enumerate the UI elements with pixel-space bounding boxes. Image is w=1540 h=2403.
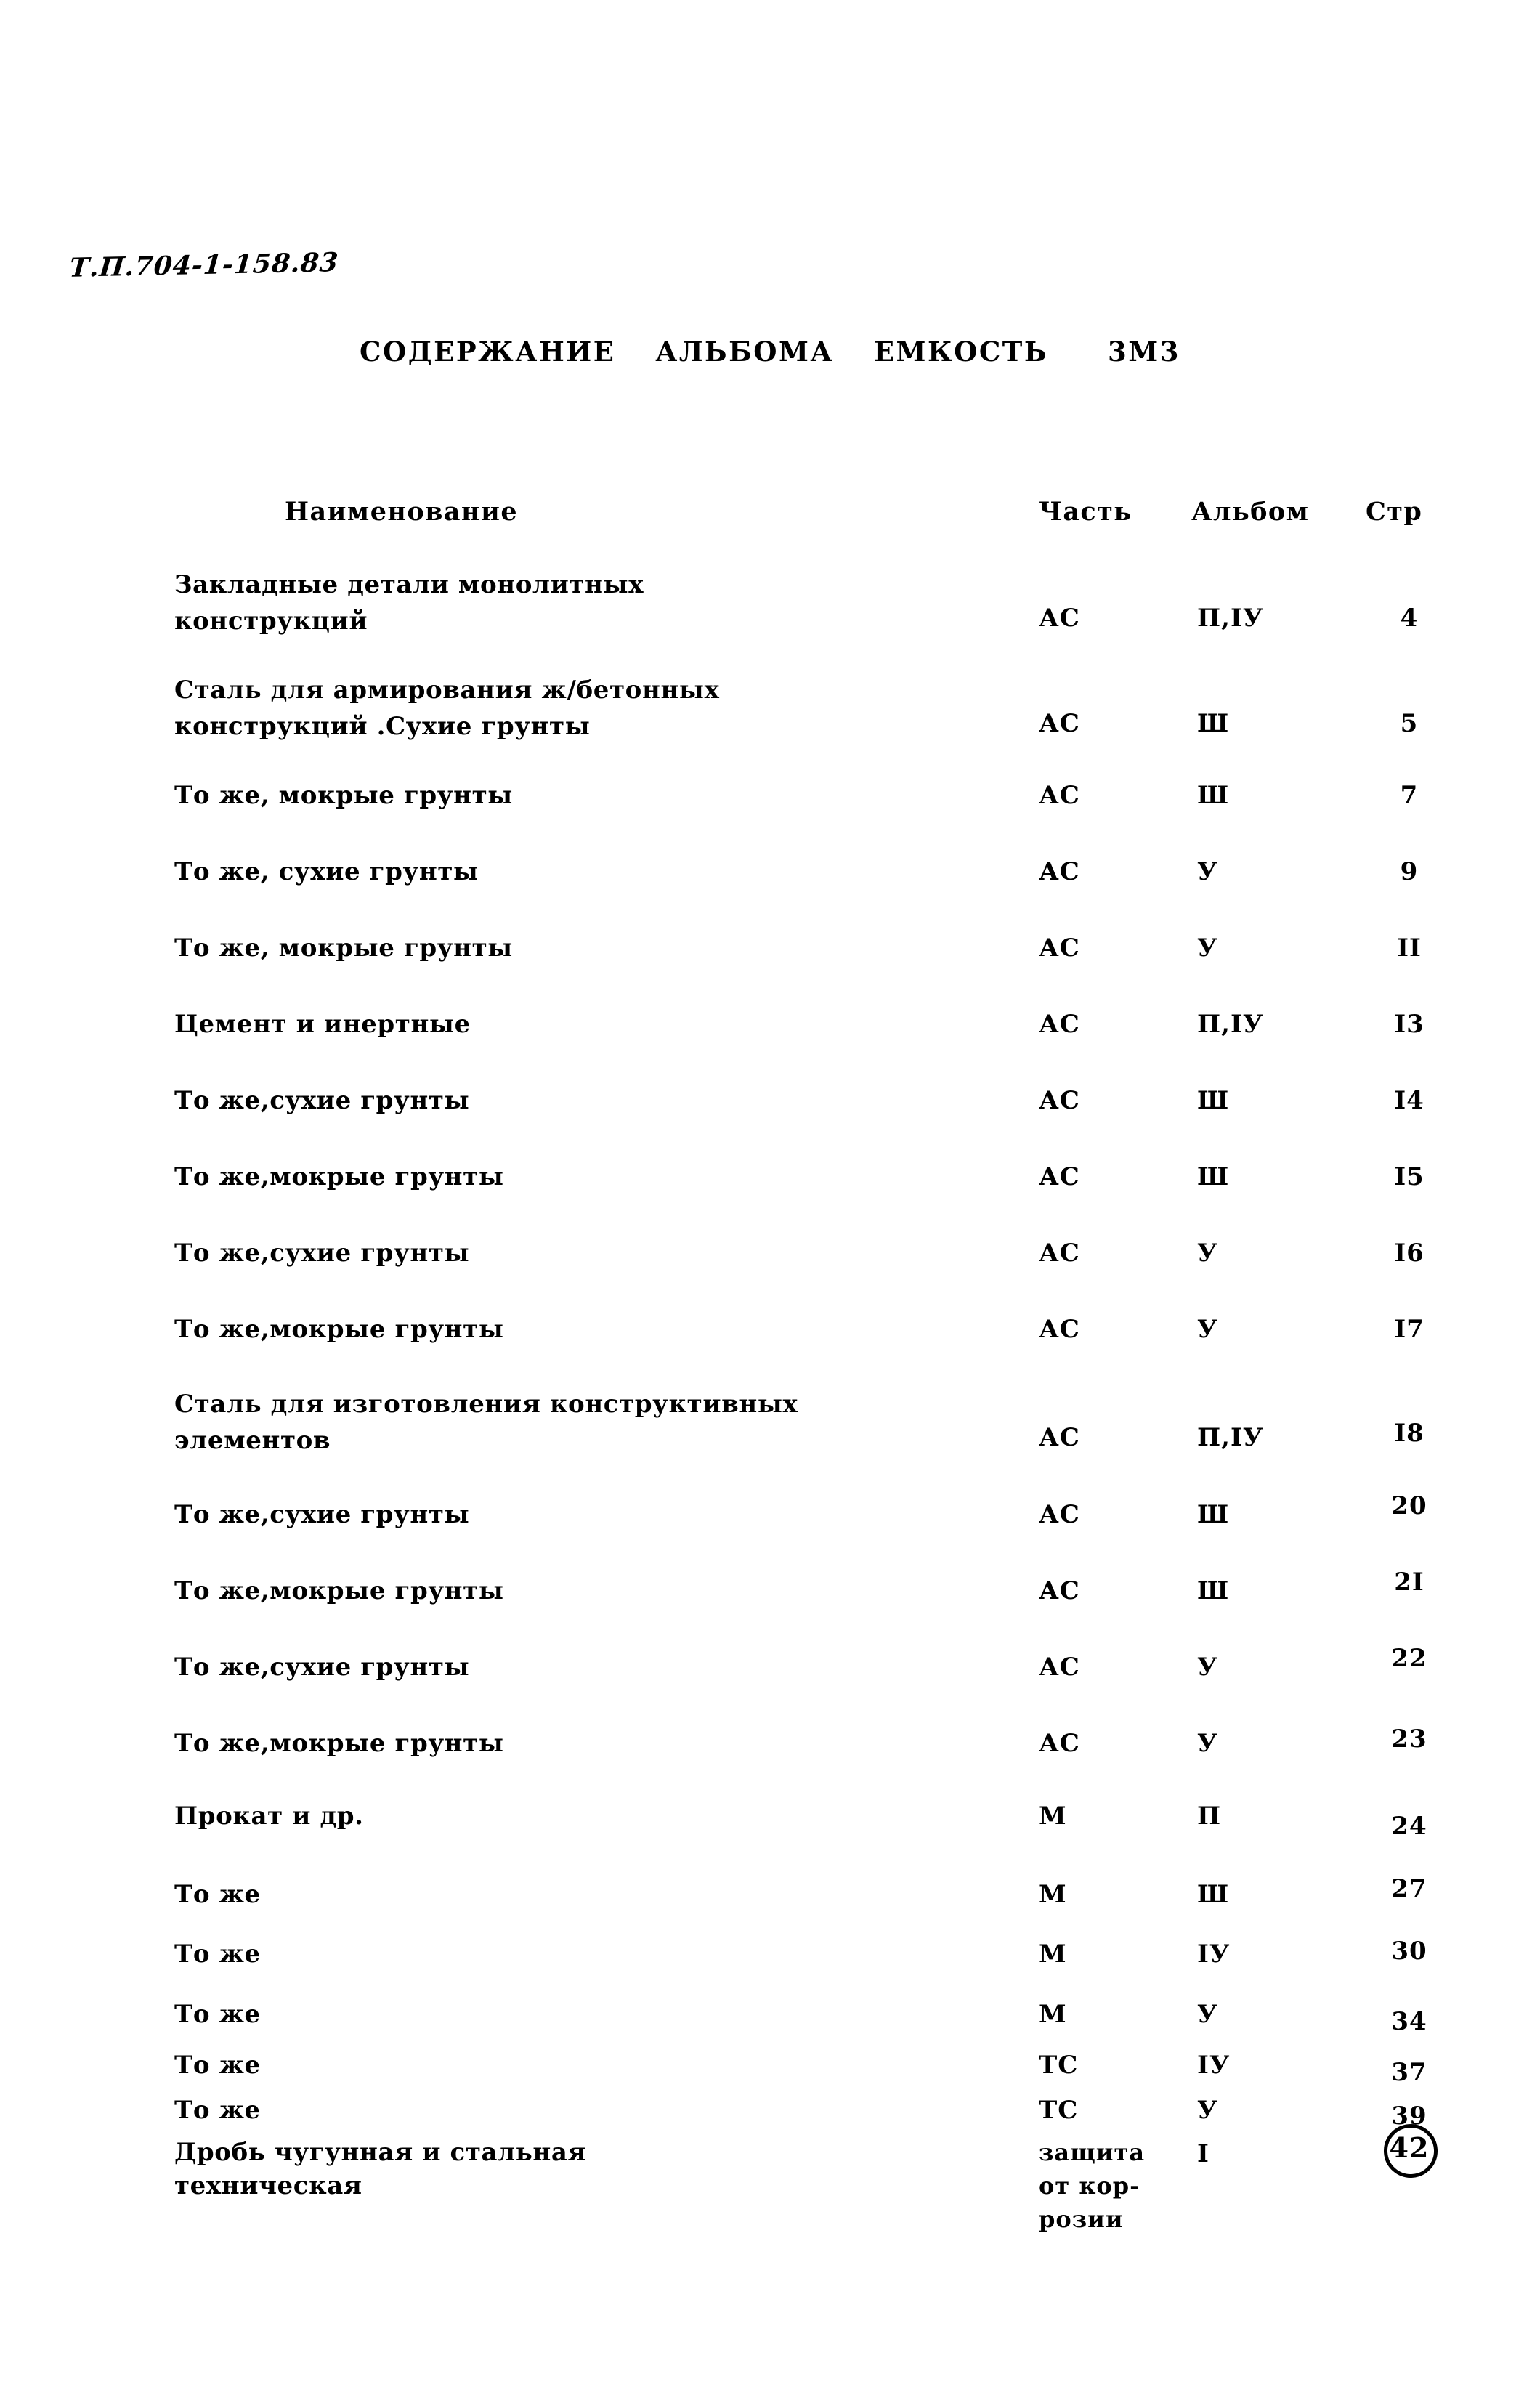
row-part: АС (1039, 1729, 1080, 1758)
row-album: Ш (1197, 781, 1230, 810)
row-album: У (1197, 1653, 1218, 1682)
row-part: АС (1039, 1239, 1080, 1268)
row-part: АС (1039, 1500, 1080, 1529)
row-name: То же,сухие грунты (174, 1239, 470, 1268)
row-album: ІУ (1197, 1940, 1231, 1969)
row-album: Ш (1197, 709, 1230, 738)
row-name: Цемент и инертные (174, 1010, 471, 1039)
row-name: То же,мокрые грунты (174, 1729, 504, 1758)
column-header-page: Стр (1366, 497, 1423, 527)
row-part: АС (1039, 1086, 1080, 1115)
circled-page-number: 42 (1385, 2126, 1433, 2173)
row-name: То же,мокрые грунты (174, 1576, 504, 1605)
row-page: 2I (1394, 1568, 1424, 1597)
row-page: 24 (1391, 1812, 1427, 1841)
row-part: М (1039, 1802, 1067, 1831)
row-album: Ш (1197, 1880, 1230, 1909)
row-name: То же,сухие грунты (174, 1500, 470, 1529)
row-page: 7 (1400, 781, 1419, 810)
row-page: I4 (1394, 1086, 1424, 1115)
row-album: Ш (1197, 1086, 1230, 1115)
row-name: То же, сухие грунты (174, 857, 479, 886)
row-part: ТС (1039, 2096, 1079, 2125)
row-page: I3 (1394, 1010, 1424, 1039)
row-page: 5 (1400, 709, 1419, 738)
row-name: То же (174, 2051, 261, 2080)
column-header-name: Наименование (285, 497, 518, 527)
row-album: У (1197, 1239, 1218, 1268)
row-page: 34 (1391, 2007, 1427, 2036)
row-name: То же,мокрые грунты (174, 1315, 504, 1344)
row-part: АС (1039, 1315, 1080, 1344)
row-name: То же (174, 2096, 261, 2125)
row-page: II (1397, 933, 1422, 963)
row-album: У (1197, 1315, 1218, 1344)
row-album: У (1197, 857, 1218, 886)
row-page: I7 (1394, 1315, 1424, 1344)
row-album: У (1197, 2000, 1218, 2029)
row-name: Сталь для армирования ж/бетонных констру… (174, 676, 720, 741)
row-part: АС (1039, 1653, 1080, 1682)
row-part: АС (1039, 857, 1080, 886)
row-page: 30 (1391, 1937, 1427, 1966)
row-name: То же,мокрые грунты (174, 1162, 504, 1191)
row-part: АС (1039, 781, 1080, 810)
row-album: П (1197, 1802, 1222, 1831)
row-name: То же (174, 1940, 261, 1969)
row-page: 20 (1391, 1491, 1427, 1520)
row-part: защита от кор- розии (1039, 2139, 1146, 2233)
row-page: 37 (1391, 2058, 1427, 2087)
row-part: АС (1039, 709, 1080, 738)
row-page: 4 (1400, 604, 1419, 633)
row-album: Ш (1197, 1576, 1230, 1605)
row-album: П,ІУ (1197, 1010, 1264, 1039)
row-page: 9 (1400, 857, 1419, 886)
row-part: АС (1039, 604, 1080, 633)
row-part: АС (1039, 1010, 1080, 1039)
table-of-contents: Наименование Часть Альбом Стр Закладные … (0, 0, 1540, 2403)
row-album: У (1197, 2096, 1218, 2125)
row-part: АС (1039, 1162, 1080, 1191)
row-album: I (1197, 2139, 1209, 2168)
row-album: П,ІУ (1197, 604, 1264, 633)
row-name: То же, мокрые грунты (174, 781, 513, 810)
row-page: I6 (1394, 1239, 1424, 1268)
row-name: То же,сухие грунты (174, 1653, 470, 1682)
row-name: То же, мокрые грунты (174, 933, 513, 963)
row-album: П,ІУ (1197, 1423, 1264, 1452)
row-album: Ш (1197, 1500, 1230, 1529)
row-name: То же (174, 1880, 261, 1909)
row-page: 22 (1391, 1644, 1427, 1673)
row-page: I5 (1394, 1162, 1424, 1191)
row-name: Сталь для изготовления конструктивных эл… (174, 1390, 798, 1455)
row-page: 23 (1391, 1725, 1427, 1754)
row-part: М (1039, 1940, 1067, 1969)
row-part: М (1039, 1880, 1067, 1909)
row-part: АС (1039, 1576, 1080, 1605)
row-name: То же (174, 2000, 261, 2029)
column-header-album: Альбом (1191, 497, 1310, 527)
row-page: 42 (1366, 2126, 1453, 2173)
row-part: АС (1039, 1423, 1080, 1452)
row-page: I8 (1394, 1419, 1424, 1448)
row-part: М (1039, 2000, 1067, 2029)
row-part: АС (1039, 933, 1080, 963)
row-part: ТС (1039, 2051, 1079, 2080)
row-album: У (1197, 1729, 1218, 1758)
row-page: 27 (1391, 1874, 1427, 1903)
row-name: То же,сухие грунты (174, 1086, 470, 1115)
row-album: Ш (1197, 1162, 1230, 1191)
row-name: Прокат и др. (174, 1802, 364, 1831)
row-album: У (1197, 933, 1218, 963)
column-header-part: Часть (1039, 497, 1132, 527)
row-name: Дробь чугунная и стальная техническая (174, 2138, 587, 2200)
row-album: ІУ (1197, 2051, 1231, 2080)
row-name: Закладные детали монолитных конструкций (174, 570, 644, 636)
